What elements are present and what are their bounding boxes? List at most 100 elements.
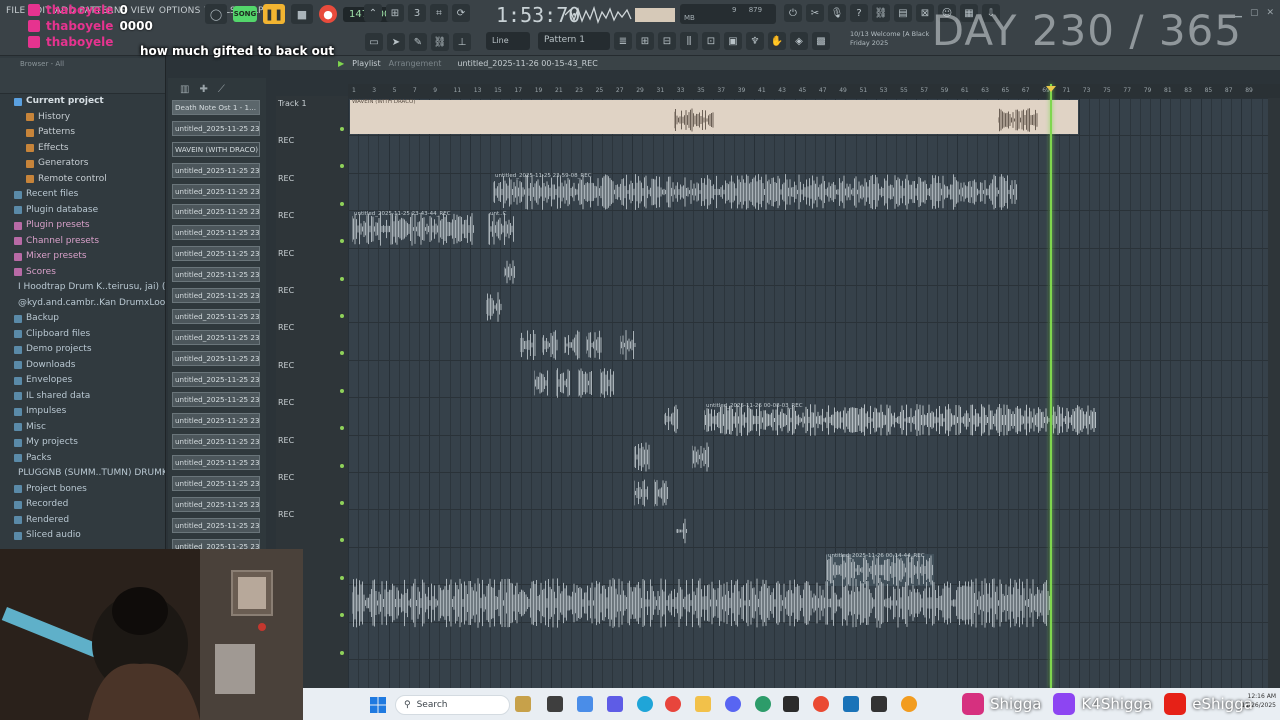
clip-source-item[interactable]: WAVEIN (WITH DRACO) [172,141,260,157]
clip-source-item[interactable]: untitled_2025-11-25 23-... [172,434,260,450]
teams-icon[interactable] [607,696,623,712]
maximize-icon[interactable]: ▢ [1250,8,1259,18]
audio-clip[interactable] [633,478,648,508]
snap-select[interactable]: Line [486,32,530,50]
browser-item[interactable]: Channel presets [14,234,165,250]
stop-button[interactable]: ■ [291,4,313,24]
audio-clip[interactable] [563,330,580,360]
clip-source-item[interactable]: untitled_2025-11-25 23-... [172,413,260,429]
discord-icon[interactable] [725,696,741,712]
record-button[interactable]: ● [319,5,337,23]
browser-item[interactable]: Misc [14,420,165,436]
browser-item[interactable]: @kyd.and.cambr..Kan DrumxLoopKit [14,296,165,312]
audio-clip[interactable] [485,292,502,322]
loop-record-icon[interactable]: ⟳ [452,4,470,22]
clip-source-item[interactable]: untitled_2025-11-25 23-... [172,225,260,241]
template-icon[interactable]: ▩ [812,32,830,50]
browser-item[interactable]: Envelopes [14,373,165,389]
clip-source-item[interactable]: untitled_2025-11-25 23-... [172,183,260,199]
copilot-icon[interactable] [577,696,593,712]
news-panel[interactable]: 10/13 Welcome [A Black Friday 2025 [850,30,929,48]
clip-source-item[interactable]: untitled_2025-11-25 23-... [172,329,260,345]
clip-source-item[interactable]: untitled_2025-11-25 23-... [172,267,260,283]
clip-source-item[interactable]: untitled_2025-11-25 23-... [172,517,260,533]
app-icon[interactable] [755,696,771,712]
clip-source-item[interactable]: Death Note Ost 1 - 1... [172,100,260,115]
keyboard-icon[interactable]: ▭ [365,33,383,51]
browser-item[interactable]: Scores [14,265,165,281]
piano-roll-icon[interactable]: ⊞ [636,32,654,50]
track-name[interactable]: REC [278,473,294,482]
track-name[interactable]: REC [278,361,294,370]
browser-item[interactable]: Mixer presets [14,249,165,265]
audio-clip[interactable]: WAVEIN (WITH DRACO) [350,99,1078,134]
track-mute-led[interactable] [340,501,344,505]
timeline-ruler[interactable]: 1 3 5 7 9 11 13 15 17 19 21 23 25 27 29 31 33 35 37 39 41 43 4… [348,84,1280,98]
browser-item[interactable]: PLUGGNB (SUMM..TUMN) DRUMKIT [14,466,165,482]
taskbar-search[interactable]: ⚲ Search [395,695,510,715]
track-mute-led[interactable] [340,650,344,655]
arrow-right-icon[interactable]: ➤ [387,33,405,51]
pencil-icon[interactable]: ✎ [409,33,427,51]
track-mute-led[interactable] [340,127,344,131]
browser-item[interactable]: Impulses [14,404,165,420]
audio-clip[interactable] [663,404,678,434]
audio-clip[interactable]: unt..C [487,211,514,246]
track-name[interactable]: REC [278,249,294,258]
browser-item[interactable]: Generators [14,156,165,172]
track-mute-led[interactable] [340,314,344,318]
track-name[interactable]: REC [278,323,294,332]
browser-item[interactable]: Plugin database [14,203,165,219]
clip-source-item[interactable]: untitled_2025-11-25 23-... [172,392,260,408]
browser-item[interactable]: Backup [14,311,165,327]
clip-source-item[interactable]: untitled_2025-11-25 23-... [172,371,260,387]
track-name[interactable]: Track 1 [278,99,307,108]
playlist-grid[interactable]: WAVEIN (WITH DRACO) untitled_2025-11-25 2… [348,98,1268,688]
store-icon[interactable] [843,696,859,712]
playlist-icon[interactable]: ≣ [614,32,632,50]
plugin-picker-icon[interactable]: ▣ [724,32,742,50]
audio-clip[interactable] [599,368,614,398]
automation-icon[interactable]: ⟋ [218,84,225,95]
audio-clip[interactable] [653,478,668,508]
task-view-icon[interactable] [547,696,563,712]
audio-clip[interactable] [691,442,710,472]
windows-start-icon[interactable] [370,697,386,713]
pattern-selector[interactable]: Pattern 1 [538,32,610,50]
track-mute-led[interactable] [340,388,344,393]
browser-item[interactable]: Packs [14,451,165,467]
browser-item[interactable]: Recorded [14,497,165,513]
track-name[interactable]: REC [278,398,294,407]
vertical-scrollbar[interactable] [1268,98,1280,688]
stamp-icon[interactable]: ⊥ [453,33,471,51]
audio-clip[interactable] [533,368,548,398]
browser-item[interactable]: Effects [14,141,165,157]
audio-clip[interactable]: untitled_2025-11-25 23-59-08_REC [492,173,1018,210]
browser-item[interactable]: I Hoodtrap Drum K..teirusu, jai) (2) [14,280,165,296]
mixer-icon[interactable]: ⫼ [680,32,698,50]
audio-clip[interactable] [619,330,636,360]
track-name[interactable]: REC [278,510,294,519]
browser-item[interactable]: Sliced audio [14,528,165,544]
clip-source-item[interactable]: untitled_2025-11-25 23-... [172,455,260,471]
browser-item[interactable]: Clipboard files [14,327,165,343]
clip-source-item[interactable]: untitled_2025-11-25 23-... [172,204,260,220]
edge-icon[interactable] [637,696,653,712]
media-app-icon[interactable] [783,696,799,712]
audio-clip[interactable] [585,330,602,360]
pattern-icon[interactable]: ▥ [180,84,189,95]
browser-item[interactable]: Plugin presets [14,218,165,234]
audio-clip[interactable] [633,442,650,472]
audio-clip[interactable]: untitled_2025-11-26 00-08-03_REC [703,403,1096,436]
audio-clip[interactable] [577,368,592,398]
metronome-icon[interactable]: ⌃ [364,4,382,22]
playhead-marker-icon[interactable] [1046,86,1056,92]
chrome-icon[interactable] [665,696,681,712]
cut-icon[interactable]: ✂ [806,4,824,22]
audio-clip[interactable] [503,260,516,284]
clip-source-item[interactable]: untitled_2025-11-25 23-... [172,162,260,178]
track-name[interactable]: REC [278,436,294,445]
browser-item[interactable]: Demo projects [14,342,165,358]
audio-clip[interactable] [673,108,714,132]
clip-source-item[interactable]: untitled_2025-11-25 23-... [172,288,260,304]
